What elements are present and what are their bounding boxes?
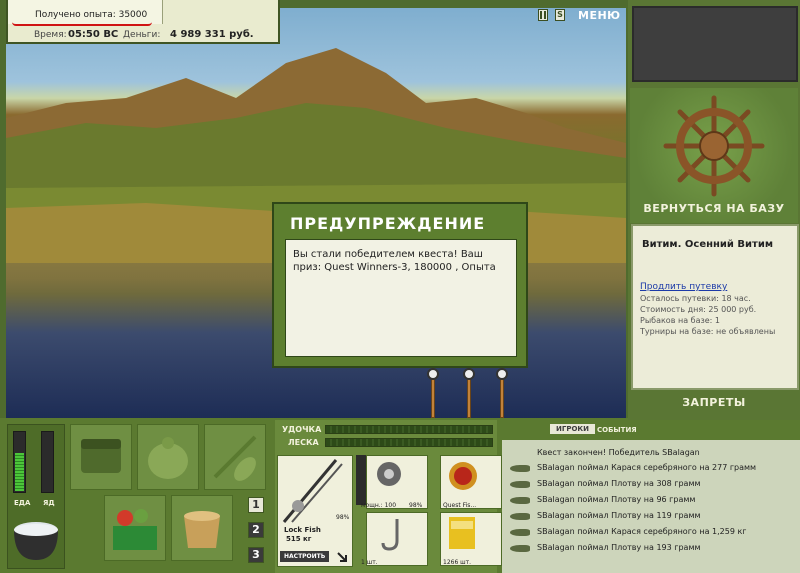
food-gauge (13, 431, 26, 493)
rod-stand (467, 378, 471, 418)
reel-percent: 98% (409, 502, 423, 509)
fish-icon (510, 529, 530, 536)
fishers-count: Рыбаков на базе: 1 (640, 316, 720, 325)
log-header: Квест закончен! Победитель SBalagan (537, 448, 700, 457)
menu-button[interactable]: МЕНЮ (578, 9, 621, 22)
extend-voucher-link[interactable]: Продлить путевку (640, 282, 727, 292)
sound-toggle[interactable]: S (555, 9, 565, 21)
money-label: Деньги: (123, 30, 161, 40)
page-button-3[interactable]: 3 (248, 547, 264, 563)
ship-wheel-icon (663, 95, 765, 197)
fish-icon (510, 465, 530, 472)
time-value: 05:50 ВС (68, 29, 119, 40)
time-label: Время: (34, 30, 67, 40)
setup-button[interactable]: НАСТРОИТЬ (280, 551, 330, 562)
hook-slot[interactable]: 1 шт. (361, 512, 428, 566)
money-value: 4 989 331 руб. (170, 29, 254, 40)
groundbait-slot[interactable]: 1266 шт. (440, 512, 502, 566)
rod-name: Lock Fish (284, 526, 321, 534)
minimap[interactable] (632, 6, 798, 82)
page-button-1[interactable]: 1 (248, 497, 264, 513)
food-basket-tile[interactable] (104, 495, 166, 561)
player-info-panel: Получено опыта: 35000 Время: 05:50 ВС Де… (6, 0, 280, 44)
backpack-tile[interactable] (137, 424, 199, 490)
bobber-icon[interactable] (427, 368, 439, 380)
hook-count: 1 шт. (361, 559, 378, 566)
reel-power: мощн.: 100 (361, 502, 397, 509)
tab-events[interactable]: СОБЫТИЯ (597, 426, 637, 434)
rod-stand (431, 378, 435, 418)
base-info-panel: Витим. Осенний Витим Продлить путевку Ос… (631, 224, 799, 390)
food-label: ЕДА (14, 499, 31, 507)
warning-dialog[interactable]: ПРЕДУПРЕЖДЕНИЕ Вы стали победителем квес… (272, 202, 528, 368)
rod-strength-bar (325, 425, 493, 434)
dialog-title: ПРЕДУПРЕЖДЕНИЕ (290, 214, 486, 233)
log-entry: SBalagan поймал Плотву на 193 грамм (537, 543, 701, 552)
log-entry: SBalagan поймал Плотву на 119 грамм (537, 511, 701, 520)
day-cost: Стоимость дня: 25 000 руб. (640, 305, 757, 314)
bait-slot[interactable]: Quest Fis... (440, 455, 502, 509)
base-name: Витим. Осенний Витим (642, 239, 774, 250)
tab-players[interactable]: ИГРОКИ (550, 424, 595, 434)
log-entry: SBalagan поймал Карася серебряного на 27… (537, 463, 757, 472)
reel-icon (377, 462, 401, 486)
rod-label: УДОЧКА (282, 425, 322, 434)
reel-slot[interactable]: мощн.: 100 98% (361, 455, 428, 509)
log-entry: SBalagan поймал Карася серебряного на 1,… (537, 527, 747, 536)
food-gauge-fill (15, 453, 24, 491)
bobber-icon[interactable] (463, 368, 475, 380)
event-log-panel: ИГРОКИ СОБЫТИЯ Квест закончен! Победител… (502, 420, 800, 573)
rod-percent: 98% (336, 514, 350, 521)
log-tabs: ИГРОКИ СОБЫТИЯ (502, 420, 800, 440)
dialog-message: Вы стали победителем квеста! Ваш приз: Q… (285, 239, 517, 357)
log-entry: SBalagan поймал Плотву на 96 грамм (537, 495, 696, 504)
groundbait-pack-icon (449, 517, 475, 549)
status-gauges: ЕДА ЯД (7, 424, 65, 569)
return-to-base-button[interactable]: ВЕРНУТЬСЯ НА БАЗУ (630, 202, 798, 215)
bans-button[interactable]: ЗАПРЕТЫ (630, 396, 798, 409)
red-underline-mark (12, 22, 152, 26)
fish-icon (510, 481, 530, 488)
voucher-remaining: Осталось путевки: 18 час. (640, 294, 751, 303)
fish-icon (510, 545, 530, 552)
poison-gauge (41, 431, 54, 493)
line-label: ЛЕСКА (288, 438, 319, 447)
tackle-box-tile[interactable] (70, 424, 132, 490)
rod-slot[interactable]: 98% Lock Fish 515 кг НАСТРОИТЬ (277, 455, 353, 567)
pot-icon[interactable] (8, 510, 66, 570)
bobber-icon[interactable] (496, 368, 508, 380)
bucket-tile[interactable] (171, 495, 233, 561)
rod-stand (500, 378, 504, 418)
rod-weight: 515 кг (286, 535, 312, 543)
tournaments-status: Турниры на базе: не объявлены (640, 327, 776, 336)
groundbait-count: 1266 шт. (443, 559, 472, 566)
log-entry: SBalagan поймал Плотву на 308 грамм (537, 479, 701, 488)
bait-jar-icon (449, 462, 477, 490)
rod-level-gauge (356, 455, 366, 505)
experience-text: Получено опыта: 35000 (35, 10, 148, 20)
tools-tile[interactable] (204, 424, 266, 490)
pause-icon[interactable] (538, 9, 548, 21)
fish-icon (510, 513, 530, 520)
arrow-down-right-icon[interactable] (336, 551, 350, 563)
page-button-2[interactable]: 2 (248, 522, 264, 538)
fish-icon (510, 497, 530, 504)
poison-label: ЯД (43, 499, 55, 507)
bait-name: Quest Fis... (443, 502, 477, 509)
line-strength-bar (325, 438, 493, 447)
hook-icon (381, 519, 399, 551)
